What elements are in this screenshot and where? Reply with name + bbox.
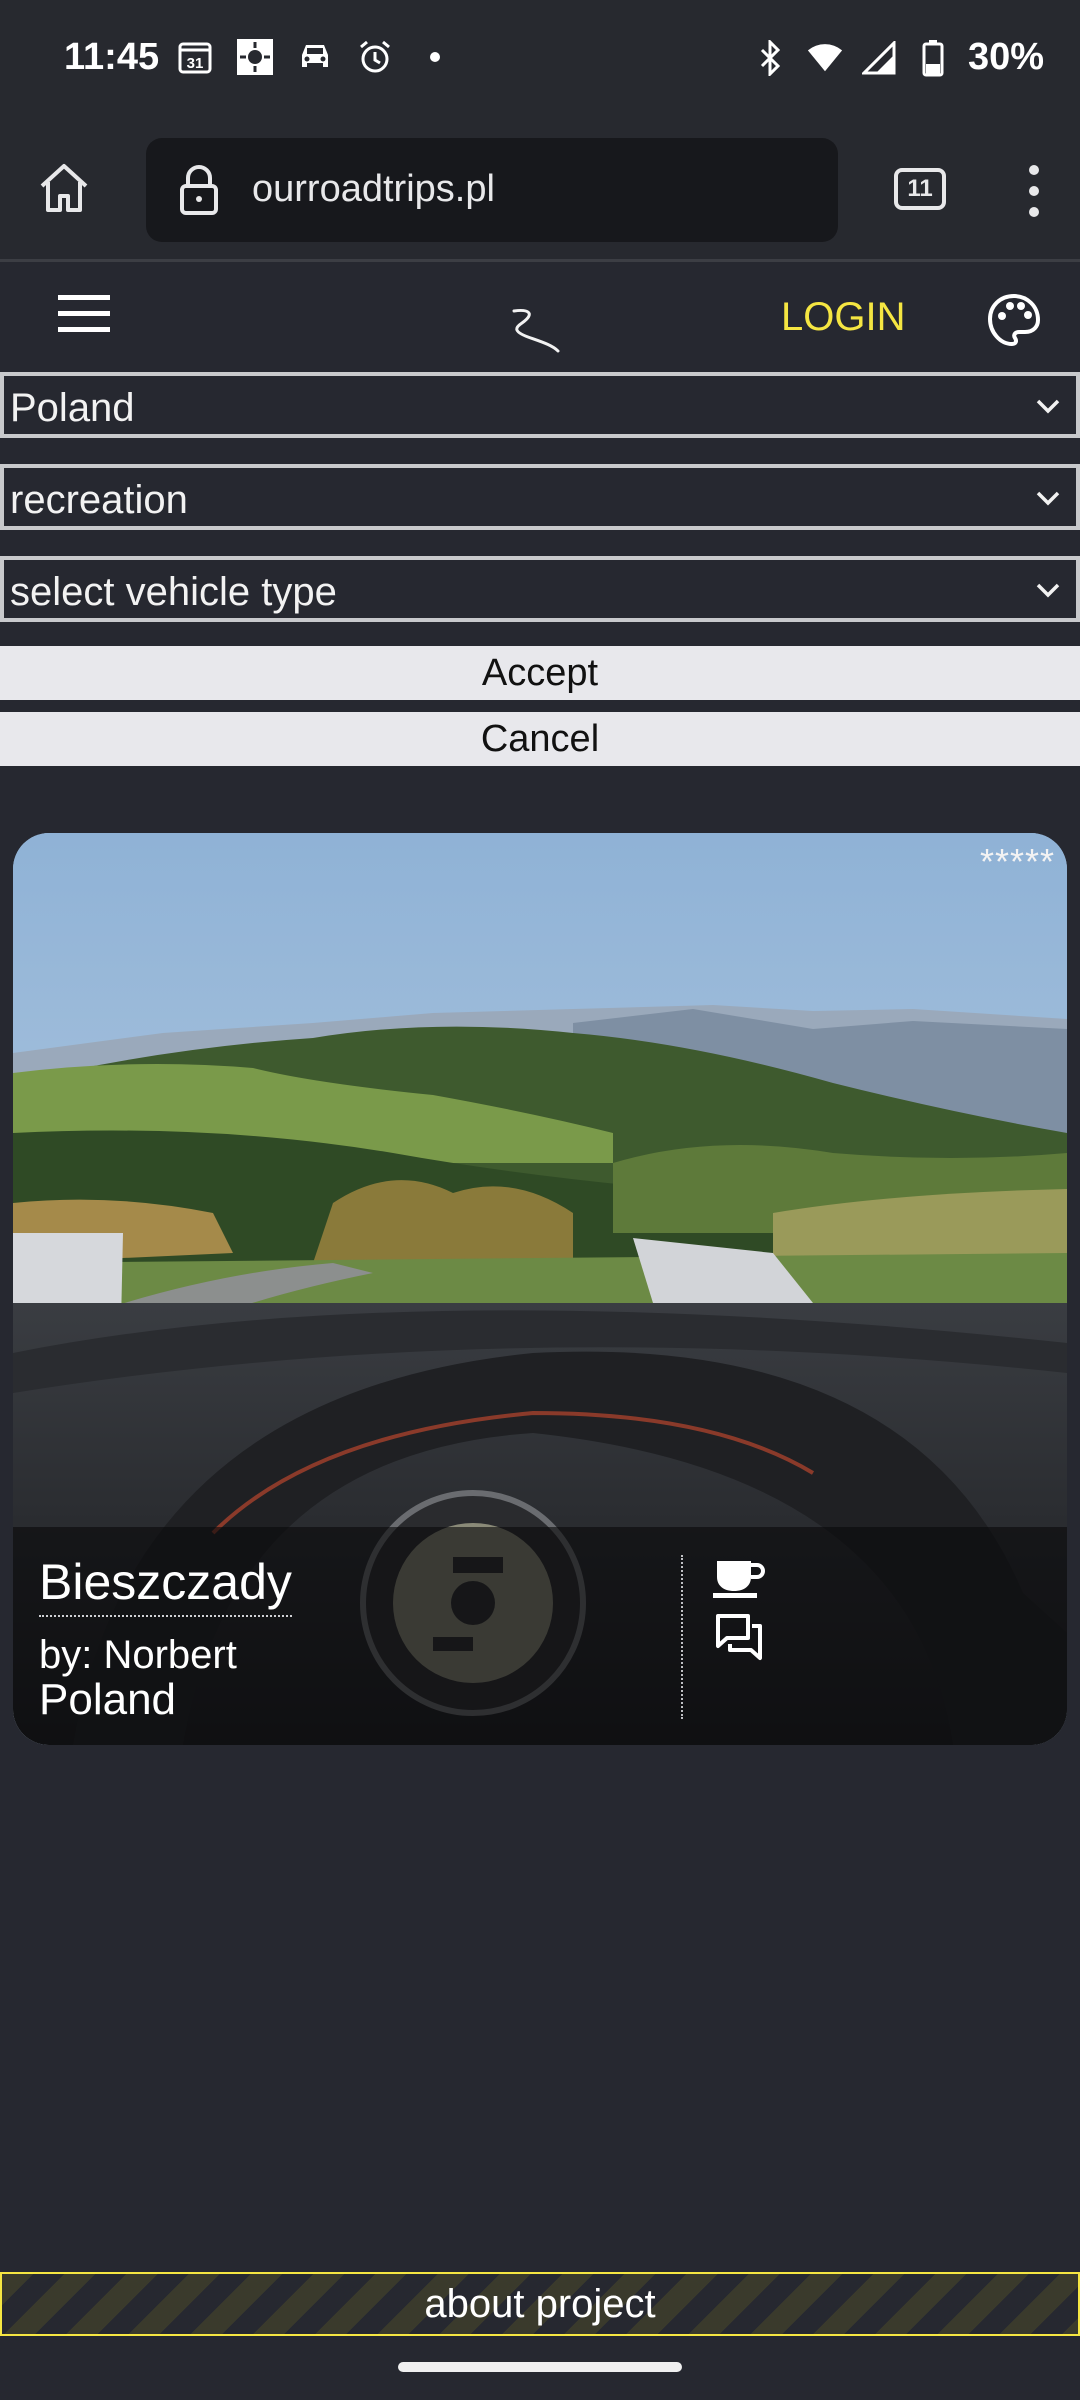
accept-button[interactable]: Accept — [0, 646, 1080, 700]
more-vert-icon — [1029, 165, 1039, 217]
category-select[interactable]: recreation — [0, 464, 1080, 530]
trip-author: by: Norbert — [39, 1633, 237, 1677]
status-bar: 11:45 31 30% — [0, 0, 1080, 118]
country-select-value: Poland — [10, 386, 135, 430]
status-icons-left: 31 — [176, 38, 454, 76]
status-icons-right: 30% — [752, 36, 1044, 79]
battery-icon — [914, 39, 952, 77]
dot-icon — [416, 38, 454, 76]
chevron-down-icon — [1036, 491, 1060, 506]
signal-icon — [860, 39, 898, 77]
tab-switcher-button[interactable]: 11 — [894, 168, 946, 210]
chevron-down-icon — [1036, 399, 1060, 414]
about-project-link[interactable]: about project — [0, 2272, 1080, 2336]
theme-button[interactable] — [986, 292, 1042, 348]
battery-percent: 30% — [967, 36, 1044, 78]
trip-card-info: Bieszczady by: Norbert Poland — [13, 1527, 1067, 1745]
home-button[interactable] — [36, 160, 92, 216]
bluetooth-icon — [752, 39, 790, 77]
cancel-button[interactable]: Cancel — [0, 712, 1080, 766]
card-divider — [681, 1555, 683, 1719]
car-icon — [296, 38, 334, 76]
country-select[interactable]: Poland — [0, 372, 1080, 438]
browser-toolbar: ourroadtrips.pl 11 — [0, 118, 1080, 262]
rating-stars: ***** — [979, 841, 1055, 882]
hamburger-menu-button[interactable] — [58, 295, 110, 333]
category-select-value: recreation — [10, 478, 188, 522]
url-text: ourroadtrips.pl — [252, 168, 495, 210]
address-bar[interactable]: ourroadtrips.pl — [146, 138, 838, 242]
trip-country: Poland — [39, 1675, 177, 1724]
coffee-icon[interactable] — [713, 1557, 765, 1599]
browser-menu-button[interactable] — [1022, 164, 1046, 218]
vehicle-type-select[interactable]: select vehicle type — [0, 556, 1080, 622]
home-icon — [40, 164, 88, 212]
hamburger-icon — [58, 295, 110, 332]
site-header: LOGIN — [0, 265, 1080, 371]
chevron-down-icon — [1036, 583, 1060, 598]
calendar-icon: 31 — [176, 38, 214, 76]
calendar-day: 31 — [187, 55, 204, 72]
weather-icon — [236, 38, 274, 76]
road-logo-icon — [512, 309, 560, 353]
login-link[interactable]: LOGIN — [781, 295, 905, 340]
comments-icon[interactable] — [715, 1613, 763, 1661]
status-time: 11:45 — [64, 36, 160, 78]
site-logo[interactable] — [500, 305, 572, 357]
trip-title[interactable]: Bieszczady — [39, 1553, 292, 1617]
wifi-icon — [806, 39, 844, 77]
vehicle-type-select-value: select vehicle type — [10, 570, 337, 614]
gesture-bar[interactable] — [398, 2362, 682, 2372]
alarm-icon — [356, 38, 394, 76]
lock-icon — [180, 165, 218, 215]
trip-card[interactable]: ***** Bieszczady by: Norbert Poland — [13, 833, 1067, 1745]
palette-icon — [987, 293, 1041, 347]
